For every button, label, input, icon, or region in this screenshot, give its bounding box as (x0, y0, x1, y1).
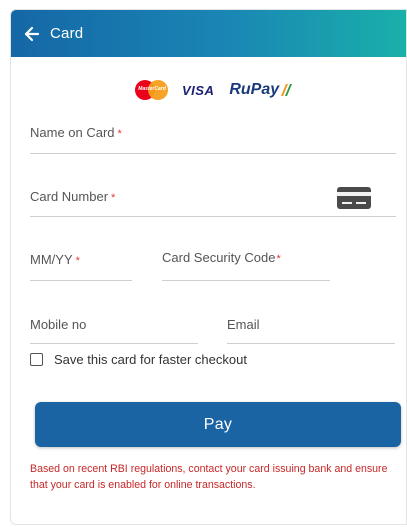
name-on-card-field[interactable]: Name on Card * (30, 116, 396, 154)
expiry-field[interactable]: MM/YY * (30, 243, 132, 281)
mobile-label: Mobile no (30, 317, 87, 332)
rupay-logo-text: RuPay (229, 81, 280, 98)
mobile-field[interactable]: Mobile no (30, 308, 198, 344)
card-security-code-label: Card Security Code* (162, 250, 281, 265)
card-brand-logos: MasterCard VISA RuPay (135, 80, 293, 100)
header-title: Card (50, 25, 84, 42)
save-card-checkbox[interactable] (30, 353, 43, 366)
mastercard-logo-text: MasterCard (138, 86, 166, 92)
card-number-label: Card Number * (30, 189, 116, 204)
card-number-field[interactable]: Card Number * (30, 180, 396, 217)
arrow-left-icon[interactable] (24, 26, 40, 42)
mastercard-logo: MasterCard (135, 80, 169, 100)
rupay-logo: RuPay (229, 81, 293, 99)
name-on-card-label: Name on Card * (30, 125, 122, 140)
visa-logo: VISA (182, 82, 215, 98)
pay-button[interactable]: Pay (35, 402, 401, 447)
rbi-notice: Based on recent RBI regulations, contact… (30, 463, 388, 491)
header: Card (11, 10, 406, 57)
email-label: Email (227, 317, 260, 332)
card-security-code-field[interactable]: Card Security Code* (162, 241, 330, 281)
save-card-row[interactable]: Save this card for faster checkout (30, 352, 247, 367)
rupay-arrow-icon (281, 84, 293, 96)
expiry-label: MM/YY * (30, 252, 80, 267)
save-card-label: Save this card for faster checkout (54, 352, 247, 367)
credit-card-icon (337, 187, 371, 209)
email-field[interactable]: Email (227, 308, 395, 344)
